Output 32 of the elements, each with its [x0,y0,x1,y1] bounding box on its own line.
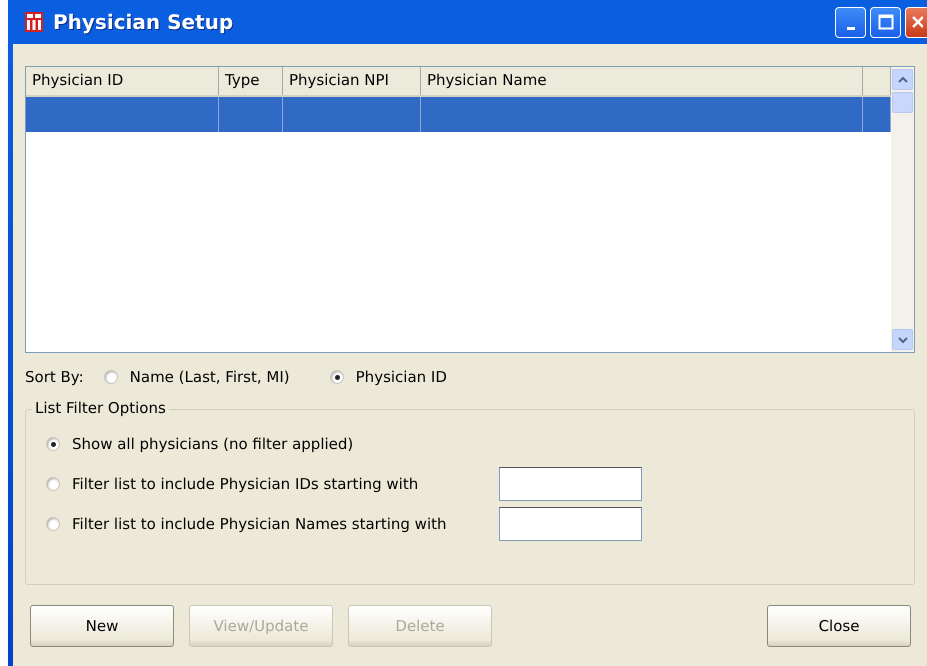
radio-button[interactable] [46,517,60,531]
maximize-icon [878,14,894,30]
radio-label[interactable]: Filter list to include Physician IDs starting with [72,475,487,493]
close-icon [910,15,922,29]
radio-button[interactable] [330,370,344,384]
radio-label[interactable]: Show all physicians (no filter applied) [72,435,354,453]
group-title: List Filter Options [32,399,169,417]
scroll-thumb[interactable] [892,92,913,113]
radio-label[interactable]: Filter list to include Physician Names starting with [72,515,487,533]
window-title: Physician Setup [53,10,234,34]
scrollbar[interactable] [891,67,914,352]
maximize-button[interactable] [870,6,901,38]
column-header[interactable]: Type [219,67,283,95]
input-field[interactable] [499,467,642,501]
input-field[interactable] [499,507,642,541]
app-icon [25,12,43,32]
radio-button[interactable] [46,437,60,451]
dialog-button[interactable]: New [30,605,174,647]
sort-by-label: Sort By: [25,368,84,386]
scroll-down-icon[interactable] [892,329,913,350]
scroll-up-icon[interactable] [892,69,913,90]
column-header[interactable]: Physician ID [26,67,219,95]
radio-label[interactable]: Physician ID [356,368,447,386]
minimize-icon [846,26,854,30]
close-window-button[interactable] [905,6,927,38]
radio-button[interactable] [46,477,60,491]
column-header[interactable]: Physician NPI [283,67,421,95]
radio-button[interactable] [104,370,118,384]
column-header[interactable]: Physician Name [421,67,863,95]
minimize-button[interactable] [835,6,866,38]
dialog-button[interactable]: Close [767,605,911,647]
radio-label[interactable]: Name (Last, First, MI) [130,368,290,386]
